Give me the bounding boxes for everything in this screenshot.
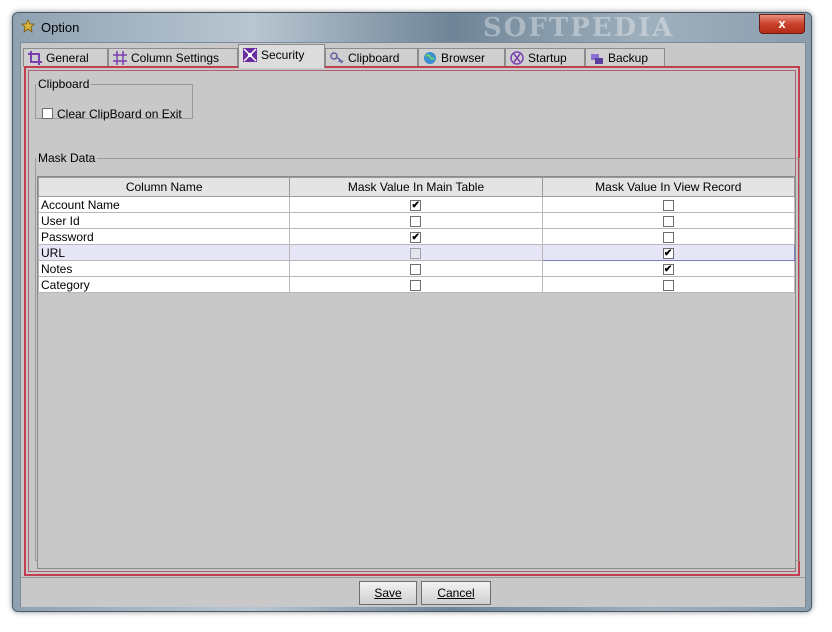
- clear-clipboard-checkbox[interactable]: [42, 108, 53, 120]
- startup-icon: [510, 51, 524, 65]
- dialog-client: General Column Settings Security Clipboa…: [20, 42, 806, 607]
- panel-frame: Clipboard Clear ClipBoard on Exit Mask D…: [28, 70, 800, 572]
- backup-icon: [591, 54, 603, 64]
- tab-label: Column Settings: [131, 51, 220, 65]
- tab-general[interactable]: General: [23, 48, 108, 67]
- save-button[interactable]: Save: [359, 581, 417, 605]
- clear-clipboard-label[interactable]: Clear ClipBoard on Exit: [57, 107, 182, 121]
- mask-main-checkbox[interactable]: [410, 215, 422, 227]
- tab-label: Backup: [608, 51, 649, 65]
- crop-icon: [28, 51, 42, 65]
- watermark: SOFTPEDIA: [483, 13, 675, 43]
- shield-grid-icon: [243, 48, 257, 62]
- tab-label: General: [46, 51, 89, 65]
- table-row[interactable]: Account Name: [37, 196, 796, 213]
- column-header[interactable]: Mask Value In Main Table: [289, 177, 543, 197]
- option-window: Option SOFTPEDIA x General Column Settin…: [12, 12, 812, 612]
- main-table-cell[interactable]: [289, 276, 543, 293]
- view-record-cell[interactable]: [541, 228, 796, 245]
- tab-label: Clipboard: [348, 51, 400, 65]
- tab-column-settings[interactable]: Column Settings: [108, 48, 238, 67]
- table-row-selected[interactable]: URL: [37, 244, 796, 261]
- tab-label: Browser: [441, 51, 486, 65]
- button-bar: Save Cancel: [21, 577, 805, 607]
- main-table-cell[interactable]: [289, 196, 543, 213]
- column-name-cell[interactable]: User Id: [37, 212, 291, 229]
- cancel-label: Cancel: [437, 586, 475, 600]
- column-name-cell[interactable]: Password: [37, 228, 291, 245]
- mask-view-checkbox[interactable]: [662, 215, 674, 227]
- mask-main-checkbox[interactable]: [410, 199, 422, 211]
- table-row[interactable]: User Id: [37, 212, 796, 229]
- mask-view-checkbox[interactable]: [662, 263, 674, 275]
- save-label: Save: [374, 586, 402, 600]
- tab-label: Startup: [528, 51, 567, 65]
- tab-clipboard[interactable]: Clipboard: [325, 48, 418, 67]
- mask-main-checkbox[interactable]: [410, 247, 422, 259]
- table-row[interactable]: Category: [37, 276, 796, 293]
- mask-main-checkbox[interactable]: [410, 231, 422, 243]
- mask-main-checkbox[interactable]: [410, 279, 422, 291]
- column-name-cell[interactable]: Notes: [37, 260, 291, 277]
- security-panel: Clipboard Clear ClipBoard on Exit Mask D…: [24, 66, 800, 576]
- view-record-cell[interactable]: [541, 244, 796, 261]
- table-row[interactable]: Notes: [37, 260, 796, 277]
- view-record-cell[interactable]: [541, 260, 796, 277]
- column-header[interactable]: Mask Value In View Record: [541, 177, 796, 197]
- close-icon: x: [778, 16, 786, 31]
- mask-view-checkbox[interactable]: [662, 247, 674, 259]
- globe-icon: [424, 52, 436, 64]
- clipboard-group: Clipboard Clear ClipBoard on Exit: [35, 77, 193, 121]
- table-header-row: Column Name Mask Value In Main Table Mas…: [37, 177, 796, 197]
- mask-data-legend: Mask Data: [38, 151, 96, 165]
- view-record-cell[interactable]: [541, 276, 796, 293]
- cancel-button[interactable]: Cancel: [421, 581, 491, 605]
- tab-browser[interactable]: Browser: [418, 48, 505, 67]
- mask-view-checkbox[interactable]: [662, 231, 674, 243]
- main-table-cell[interactable]: [289, 260, 543, 277]
- mask-table-viewport[interactable]: Column Name Mask Value In Main Table Mas…: [37, 176, 796, 569]
- view-record-cell[interactable]: [541, 196, 796, 213]
- mask-data-group: Mask Data Column Name Mask Value In Main…: [35, 151, 800, 569]
- clear-clipboard-option[interactable]: Clear ClipBoard on Exit: [42, 106, 182, 121]
- mask-table-body: Account Name User Id: [37, 196, 796, 293]
- column-name-cell[interactable]: Category: [37, 276, 291, 293]
- tab-backup[interactable]: Backup: [585, 48, 665, 67]
- mask-view-checkbox[interactable]: [662, 199, 674, 211]
- mask-main-checkbox[interactable]: [410, 263, 422, 275]
- clipboard-key-icon: [330, 52, 344, 64]
- view-record-cell[interactable]: [541, 212, 796, 229]
- table-row[interactable]: Password: [37, 228, 796, 245]
- main-table-cell[interactable]: [289, 244, 543, 261]
- window-title: Option: [41, 20, 80, 35]
- main-table-cell[interactable]: [289, 212, 543, 229]
- column-name-cell[interactable]: URL: [37, 244, 291, 261]
- close-button[interactable]: x: [759, 14, 805, 34]
- clipboard-legend: Clipboard: [38, 77, 90, 91]
- tab-label: Security: [261, 48, 305, 62]
- grid-icon: [113, 51, 127, 65]
- app-icon: [21, 19, 35, 33]
- mask-table: Column Name Mask Value In Main Table Mas…: [37, 177, 796, 293]
- tab-startup[interactable]: Startup: [505, 48, 585, 67]
- column-name-cell[interactable]: Account Name: [37, 196, 291, 213]
- title-bar[interactable]: Option SOFTPEDIA x: [13, 13, 811, 43]
- tab-security[interactable]: Security: [238, 44, 325, 68]
- column-header[interactable]: Column Name: [37, 177, 291, 197]
- mask-view-checkbox[interactable]: [662, 279, 674, 291]
- main-table-cell[interactable]: [289, 228, 543, 245]
